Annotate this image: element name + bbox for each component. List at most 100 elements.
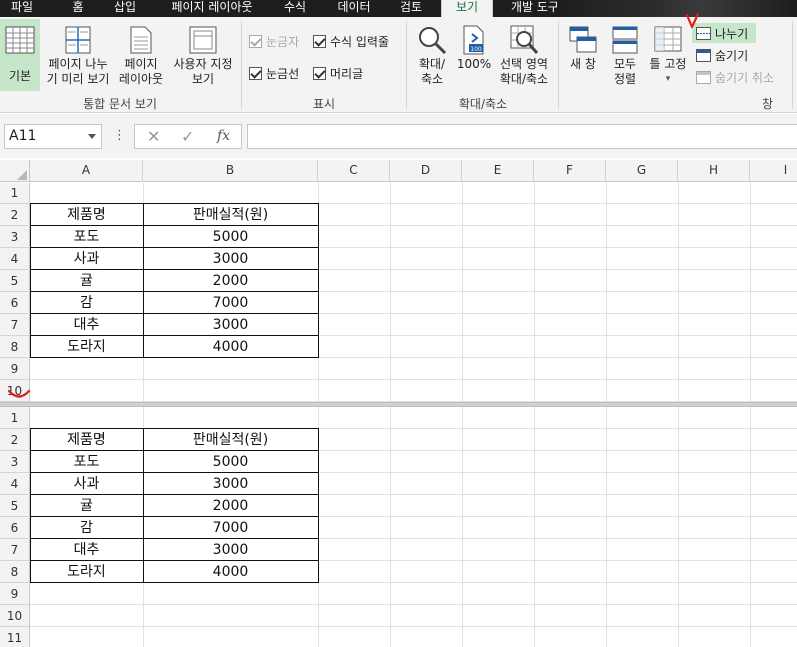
freeze-panes-icon <box>654 26 682 52</box>
row-header[interactable]: 11 <box>0 627 30 647</box>
row-header[interactable]: 1 <box>0 407 30 429</box>
table-inner-border <box>30 560 318 561</box>
column-header-g[interactable]: G <box>606 160 678 182</box>
zoom-label-1: 확대/ <box>418 57 446 71</box>
formula-bar-label: 수식 입력줄 <box>330 35 390 49</box>
page-break-preview-button[interactable]: 페이지 나누 기 미리 보기 <box>42 19 114 91</box>
zoom-button[interactable]: 확대/ 축소 <box>410 19 454 91</box>
ruler-label: 눈금자 <box>266 35 300 49</box>
column-header-f[interactable]: F <box>534 160 606 182</box>
gridlines-checkbox[interactable]: 눈금선 <box>249 65 299 82</box>
enter-icon[interactable]: ✓ <box>181 127 194 146</box>
headings-label: 머리글 <box>330 67 364 81</box>
zoom-to-selection-button[interactable]: 선택 영역 확대/축소 <box>494 19 554 91</box>
top-pane[interactable]: 1 2 3 4 5 6 7 8 9 10 제품명 판매실적(원) 포도 5000 사과 3000 귤 2000 감 7… <box>0 183 797 402</box>
group-separator <box>792 21 793 109</box>
normal-view-icon <box>5 26 35 54</box>
table-inner-border <box>30 335 318 336</box>
row-header[interactable]: 7 <box>0 539 30 561</box>
formula-input[interactable] <box>247 124 797 149</box>
column-header-c[interactable]: C <box>318 160 390 182</box>
checkbox-checked-icon <box>313 67 326 80</box>
ribbon-background-art <box>557 0 797 17</box>
row-header[interactable]: 1 <box>0 183 30 204</box>
gridline-vertical <box>678 407 679 647</box>
ribbon-tab-bar: 파일 홈 삽입 페이지 레이아웃 수식 데이터 검토 보기 개발 도구 <box>0 0 797 17</box>
gridline-vertical <box>534 407 535 647</box>
page-layout-view-button[interactable]: 페이지 레이아웃 <box>114 19 168 91</box>
group-label-show: 표시 <box>312 97 336 111</box>
custom-views-button[interactable]: 사용자 지정 보기 <box>168 19 238 91</box>
tab-review[interactable]: 검토 <box>392 0 430 17</box>
bottom-pane[interactable]: 1 2 3 4 5 6 7 8 9 10 11 제품명 판매실적(원) 포도 5000 사과 3000 귤 2000… <box>0 407 797 647</box>
row-header[interactable]: 6 <box>0 292 30 314</box>
gridline-vertical <box>390 407 391 647</box>
row-header[interactable]: 8 <box>0 336 30 358</box>
normal-view-button[interactable]: 기본 <box>0 19 40 91</box>
row-header[interactable]: 3 <box>0 226 30 248</box>
row-header[interactable]: 9 <box>0 583 30 605</box>
row-header[interactable]: 10 <box>0 605 30 627</box>
insert-function-icon[interactable]: fx <box>217 128 230 144</box>
gridline-horizontal <box>30 604 797 605</box>
unhide-window-button[interactable]: 숨기기 취소 <box>692 67 778 87</box>
gridlines-label: 눈금선 <box>266 67 300 81</box>
formula-bar-checkbox[interactable]: 수식 입력줄 <box>313 33 389 50</box>
page-layout-icon <box>130 26 152 54</box>
column-header-e[interactable]: E <box>462 160 534 182</box>
row-header[interactable]: 4 <box>0 248 30 270</box>
row-header[interactable]: 3 <box>0 451 30 473</box>
row-header[interactable]: 6 <box>0 517 30 539</box>
row-header[interactable]: 5 <box>0 270 30 292</box>
unhide-window-label: 숨기기 취소 <box>715 70 775 85</box>
hide-window-icon <box>696 48 711 62</box>
hide-window-button[interactable]: 숨기기 <box>692 45 752 65</box>
row-header[interactable]: 2 <box>0 204 30 226</box>
gridline-vertical <box>462 407 463 647</box>
group-label-zoom: 확대/축소 <box>458 97 508 111</box>
custom-views-label-2: 보기 <box>191 72 215 86</box>
row-header[interactable]: 5 <box>0 495 30 517</box>
row-header[interactable]: 7 <box>0 314 30 336</box>
unhide-window-icon <box>696 70 711 84</box>
more-options-icon[interactable]: ⋮ <box>113 128 126 143</box>
zoom-100-button[interactable]: 100 100% <box>455 19 493 91</box>
row-header[interactable]: 8 <box>0 561 30 583</box>
name-box-value: A11 <box>9 128 37 144</box>
gridline-vertical <box>678 183 679 402</box>
ribbon: 기본 페이지 나누 기 미리 보기 페이지 레이아웃 사용자 지정 보기 통합 … <box>0 12 797 113</box>
gridline-vertical <box>750 407 751 647</box>
new-window-icon <box>569 26 597 53</box>
row-header[interactable]: 9 <box>0 358 30 380</box>
tab-data[interactable]: 데이터 <box>330 0 378 17</box>
gridline-horizontal <box>30 379 797 380</box>
column-header-a[interactable]: A <box>30 160 143 182</box>
cancel-icon[interactable]: ✕ <box>147 127 160 146</box>
new-window-button[interactable]: 새 창 <box>562 19 604 91</box>
gridline-vertical <box>534 183 535 402</box>
column-header-h[interactable]: H <box>678 160 750 182</box>
row-header[interactable]: 2 <box>0 429 30 451</box>
chevron-down-icon[interactable] <box>88 134 96 139</box>
name-box[interactable]: A11 <box>4 124 102 149</box>
tab-insert[interactable]: 삽입 <box>104 0 146 17</box>
select-all-button[interactable] <box>0 160 30 182</box>
page-break-preview-label-1: 페이지 나누 <box>48 57 108 71</box>
page-break-preview-label-2: 기 미리 보기 <box>46 72 110 86</box>
column-header-i[interactable]: I <box>750 160 797 182</box>
row-header[interactable]: 4 <box>0 473 30 495</box>
checkbox-checked-icon <box>249 35 262 48</box>
arrange-all-button[interactable]: 모두 정렬 <box>604 19 646 91</box>
ruler-checkbox[interactable]: 눈금자 <box>249 33 299 50</box>
column-header-b[interactable]: B <box>143 160 318 182</box>
tab-page-layout[interactable]: 페이지 레이아웃 <box>160 0 264 17</box>
custom-views-icon <box>189 26 217 54</box>
page-layout-label-1: 페이지 <box>124 57 158 71</box>
column-header-d[interactable]: D <box>390 160 462 182</box>
page-break-preview-icon <box>65 26 91 54</box>
tab-view[interactable]: 보기 <box>441 0 493 17</box>
tab-home[interactable]: 홈 <box>62 0 94 17</box>
tab-file[interactable]: 파일 <box>0 0 44 17</box>
tab-formulas[interactable]: 수식 <box>278 0 312 17</box>
headings-checkbox[interactable]: 머리글 <box>313 65 363 82</box>
